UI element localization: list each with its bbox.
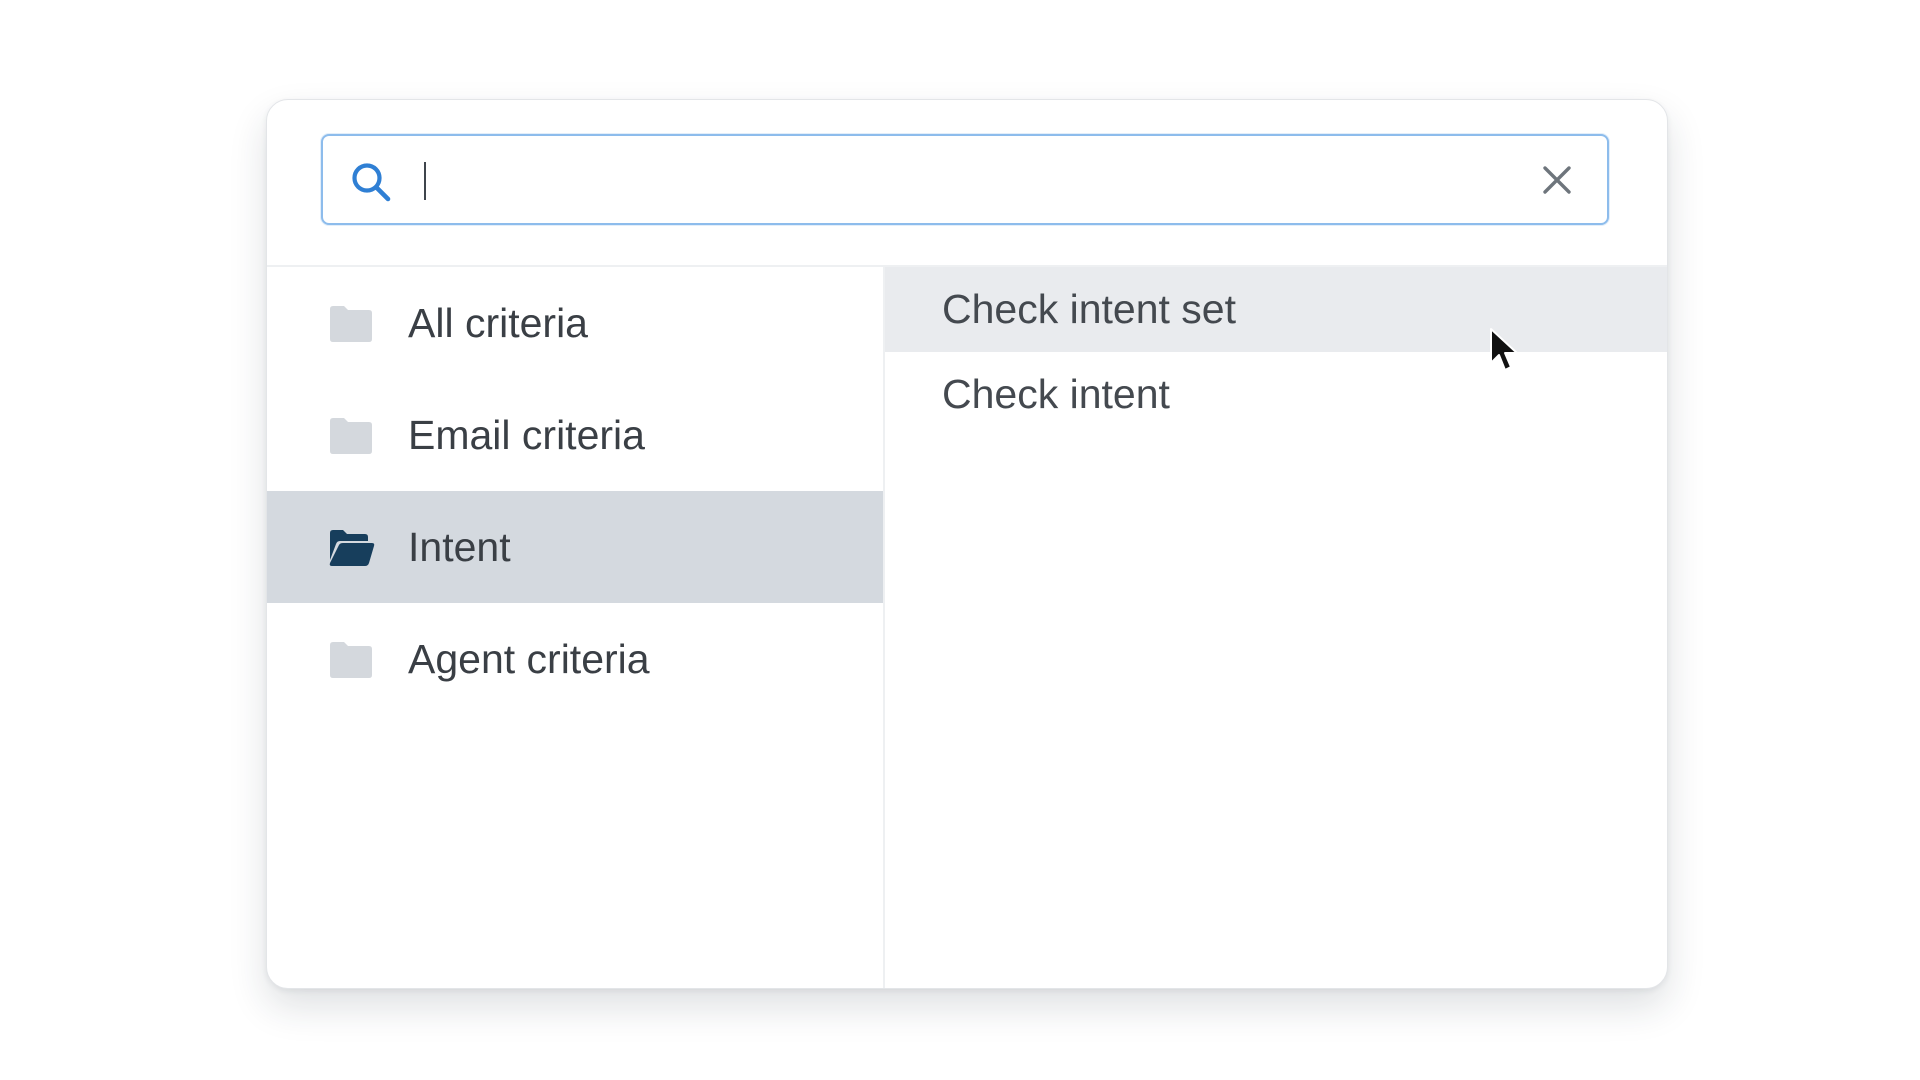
result-list: Check intent set Check intent (885, 267, 1667, 988)
criteria-picker-popover: All criteria Email criteria Intent Agent… (266, 99, 1668, 989)
category-item-agent-criteria[interactable]: Agent criteria (267, 603, 883, 715)
category-label: Agent criteria (408, 636, 650, 682)
folder-icon (330, 642, 372, 678)
text-caret (424, 162, 426, 200)
result-item-check-intent[interactable]: Check intent (885, 352, 1667, 437)
category-label: All criteria (408, 300, 588, 346)
category-item-email-criteria[interactable]: Email criteria (267, 379, 883, 491)
search-input[interactable] (423, 152, 1503, 208)
category-item-intent[interactable]: Intent (267, 491, 883, 603)
result-item-check-intent-set[interactable]: Check intent set (885, 267, 1667, 352)
search-box[interactable] (321, 134, 1609, 225)
category-item-all-criteria[interactable]: All criteria (267, 267, 883, 379)
category-label: Email criteria (408, 412, 645, 458)
search-icon (352, 163, 391, 202)
category-list: All criteria Email criteria Intent Agent… (267, 267, 883, 988)
category-label: Intent (408, 524, 511, 570)
result-label: Check intent set (942, 286, 1236, 332)
folder-icon (330, 418, 372, 454)
close-icon[interactable] (1539, 162, 1575, 198)
folder-icon (330, 306, 372, 342)
folder-open-icon (329, 530, 375, 566)
result-label: Check intent (942, 371, 1170, 417)
